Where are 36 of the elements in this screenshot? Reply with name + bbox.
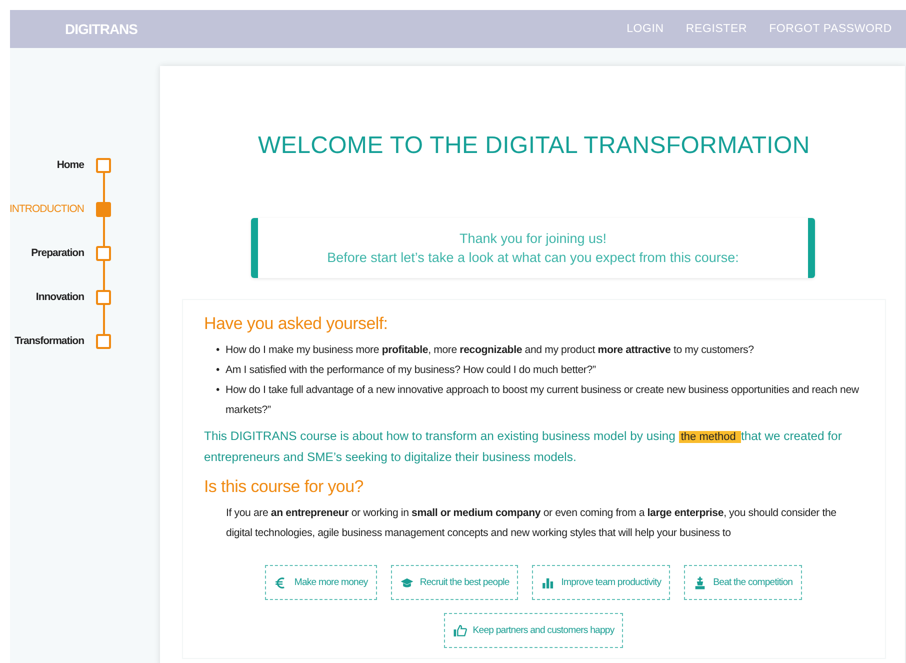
callout-text: Before start let’s take a look at what can you expect from this course: bbox=[327, 249, 739, 267]
graduation-cap-icon bbox=[400, 576, 414, 590]
outcome-button[interactable]: Recruit the best people bbox=[390, 565, 518, 600]
bar-chart-icon bbox=[541, 576, 556, 590]
bullet-item: How do I make my business more profitable, more recognizable and my product more attractive to my customers? bbox=[226, 343, 754, 358]
step-checkbox[interactable] bbox=[96, 246, 111, 261]
bullet-item: Am I satisfied with the performance of my business? How could I do much better?” bbox=[226, 363, 596, 378]
nav-link[interactable]: FORGOT PASSWORD bbox=[769, 23, 892, 35]
step-label[interactable]: Home bbox=[56, 159, 84, 171]
brand-logo[interactable]: DIGITRANS bbox=[65, 21, 138, 37]
bullet-item: How do I take full advantage of a new innovative approach to boost my current business or create new business opportunities and reach new markets?” bbox=[226, 383, 860, 418]
intro-paragraph: This DIGITRANS course is about how to transform an existing business model by using the method that we created for entrepreneurs and SME’s seeking to digitalize their business models. bbox=[204, 428, 843, 466]
callout-text: Thank you for joining us! bbox=[459, 230, 607, 248]
step-label[interactable]: INTRODUCTION bbox=[10, 203, 84, 215]
step-label[interactable]: Preparation bbox=[31, 247, 84, 259]
step-checkbox[interactable] bbox=[96, 158, 111, 173]
bullet-marker: • bbox=[216, 383, 220, 398]
step-label[interactable]: Innovation bbox=[36, 291, 84, 303]
outcome-button[interactable]: Keep partners and customers happy bbox=[444, 613, 624, 648]
step-checkbox[interactable] bbox=[96, 202, 111, 217]
step-label[interactable]: Transformation bbox=[14, 335, 84, 347]
bullet-marker: • bbox=[216, 363, 220, 378]
nav-link[interactable]: REGISTER bbox=[686, 23, 748, 35]
section-heading: Is this course for you? bbox=[204, 477, 364, 497]
section-heading: Have you asked yourself: bbox=[204, 314, 389, 334]
page-title: WELCOME TO THE DIGITAL TRANSFORMATION bbox=[257, 132, 811, 160]
nav-link[interactable]: LOGIN bbox=[626, 23, 664, 35]
body-paragraph: If you are an entrepreneur or working in small or medium company or even coming from a large enterprise, you should consider the digital technologies, agile business management concepts and new working styles that will help your business to bbox=[226, 506, 838, 541]
step-checkbox[interactable] bbox=[96, 334, 111, 349]
step-checkbox[interactable] bbox=[96, 290, 111, 305]
bullet-marker: • bbox=[216, 343, 220, 358]
outcome-button[interactable]: Beat the competition bbox=[684, 565, 802, 600]
chess-piece-icon bbox=[693, 576, 708, 590]
thumbs-up-icon bbox=[452, 624, 467, 638]
outcome-button[interactable]: Improve team productivity bbox=[532, 565, 670, 600]
outcome-button[interactable]: Make more money bbox=[265, 565, 377, 600]
